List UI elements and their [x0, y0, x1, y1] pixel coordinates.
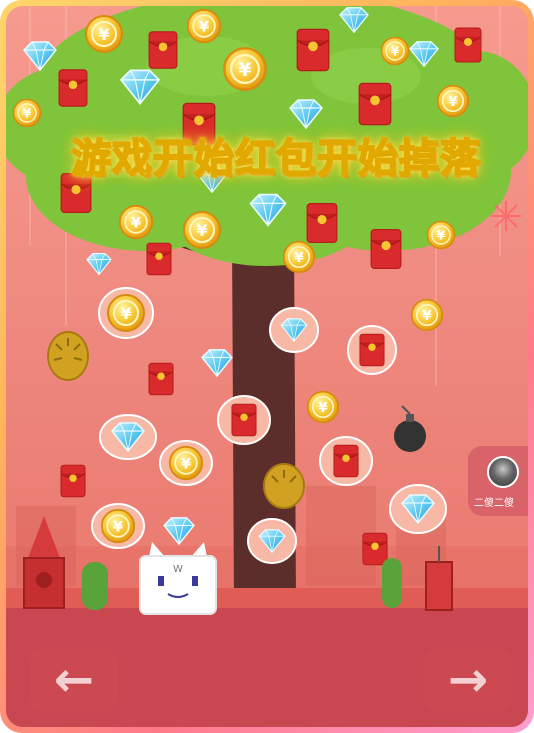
scene-art: ¥ — [6, 6, 528, 727]
player-chip[interactable]: 二傻二傻 — [468, 446, 528, 516]
player-name: 二傻二傻 — [474, 498, 514, 509]
game-title: 游戏开始红包开始掉落 — [70, 135, 481, 183]
game-frame: ¥ — [0, 0, 534, 733]
avatar — [487, 456, 519, 488]
move-left-button[interactable]: ← — [30, 648, 118, 712]
svg-text:W: W — [173, 564, 183, 575]
arrow-left-icon: ← — [53, 652, 95, 708]
firework — [491, 201, 521, 231]
arrow-right-icon: → — [447, 652, 489, 708]
move-right-button[interactable]: → — [424, 648, 512, 712]
game-scene: ¥ — [6, 6, 528, 727]
